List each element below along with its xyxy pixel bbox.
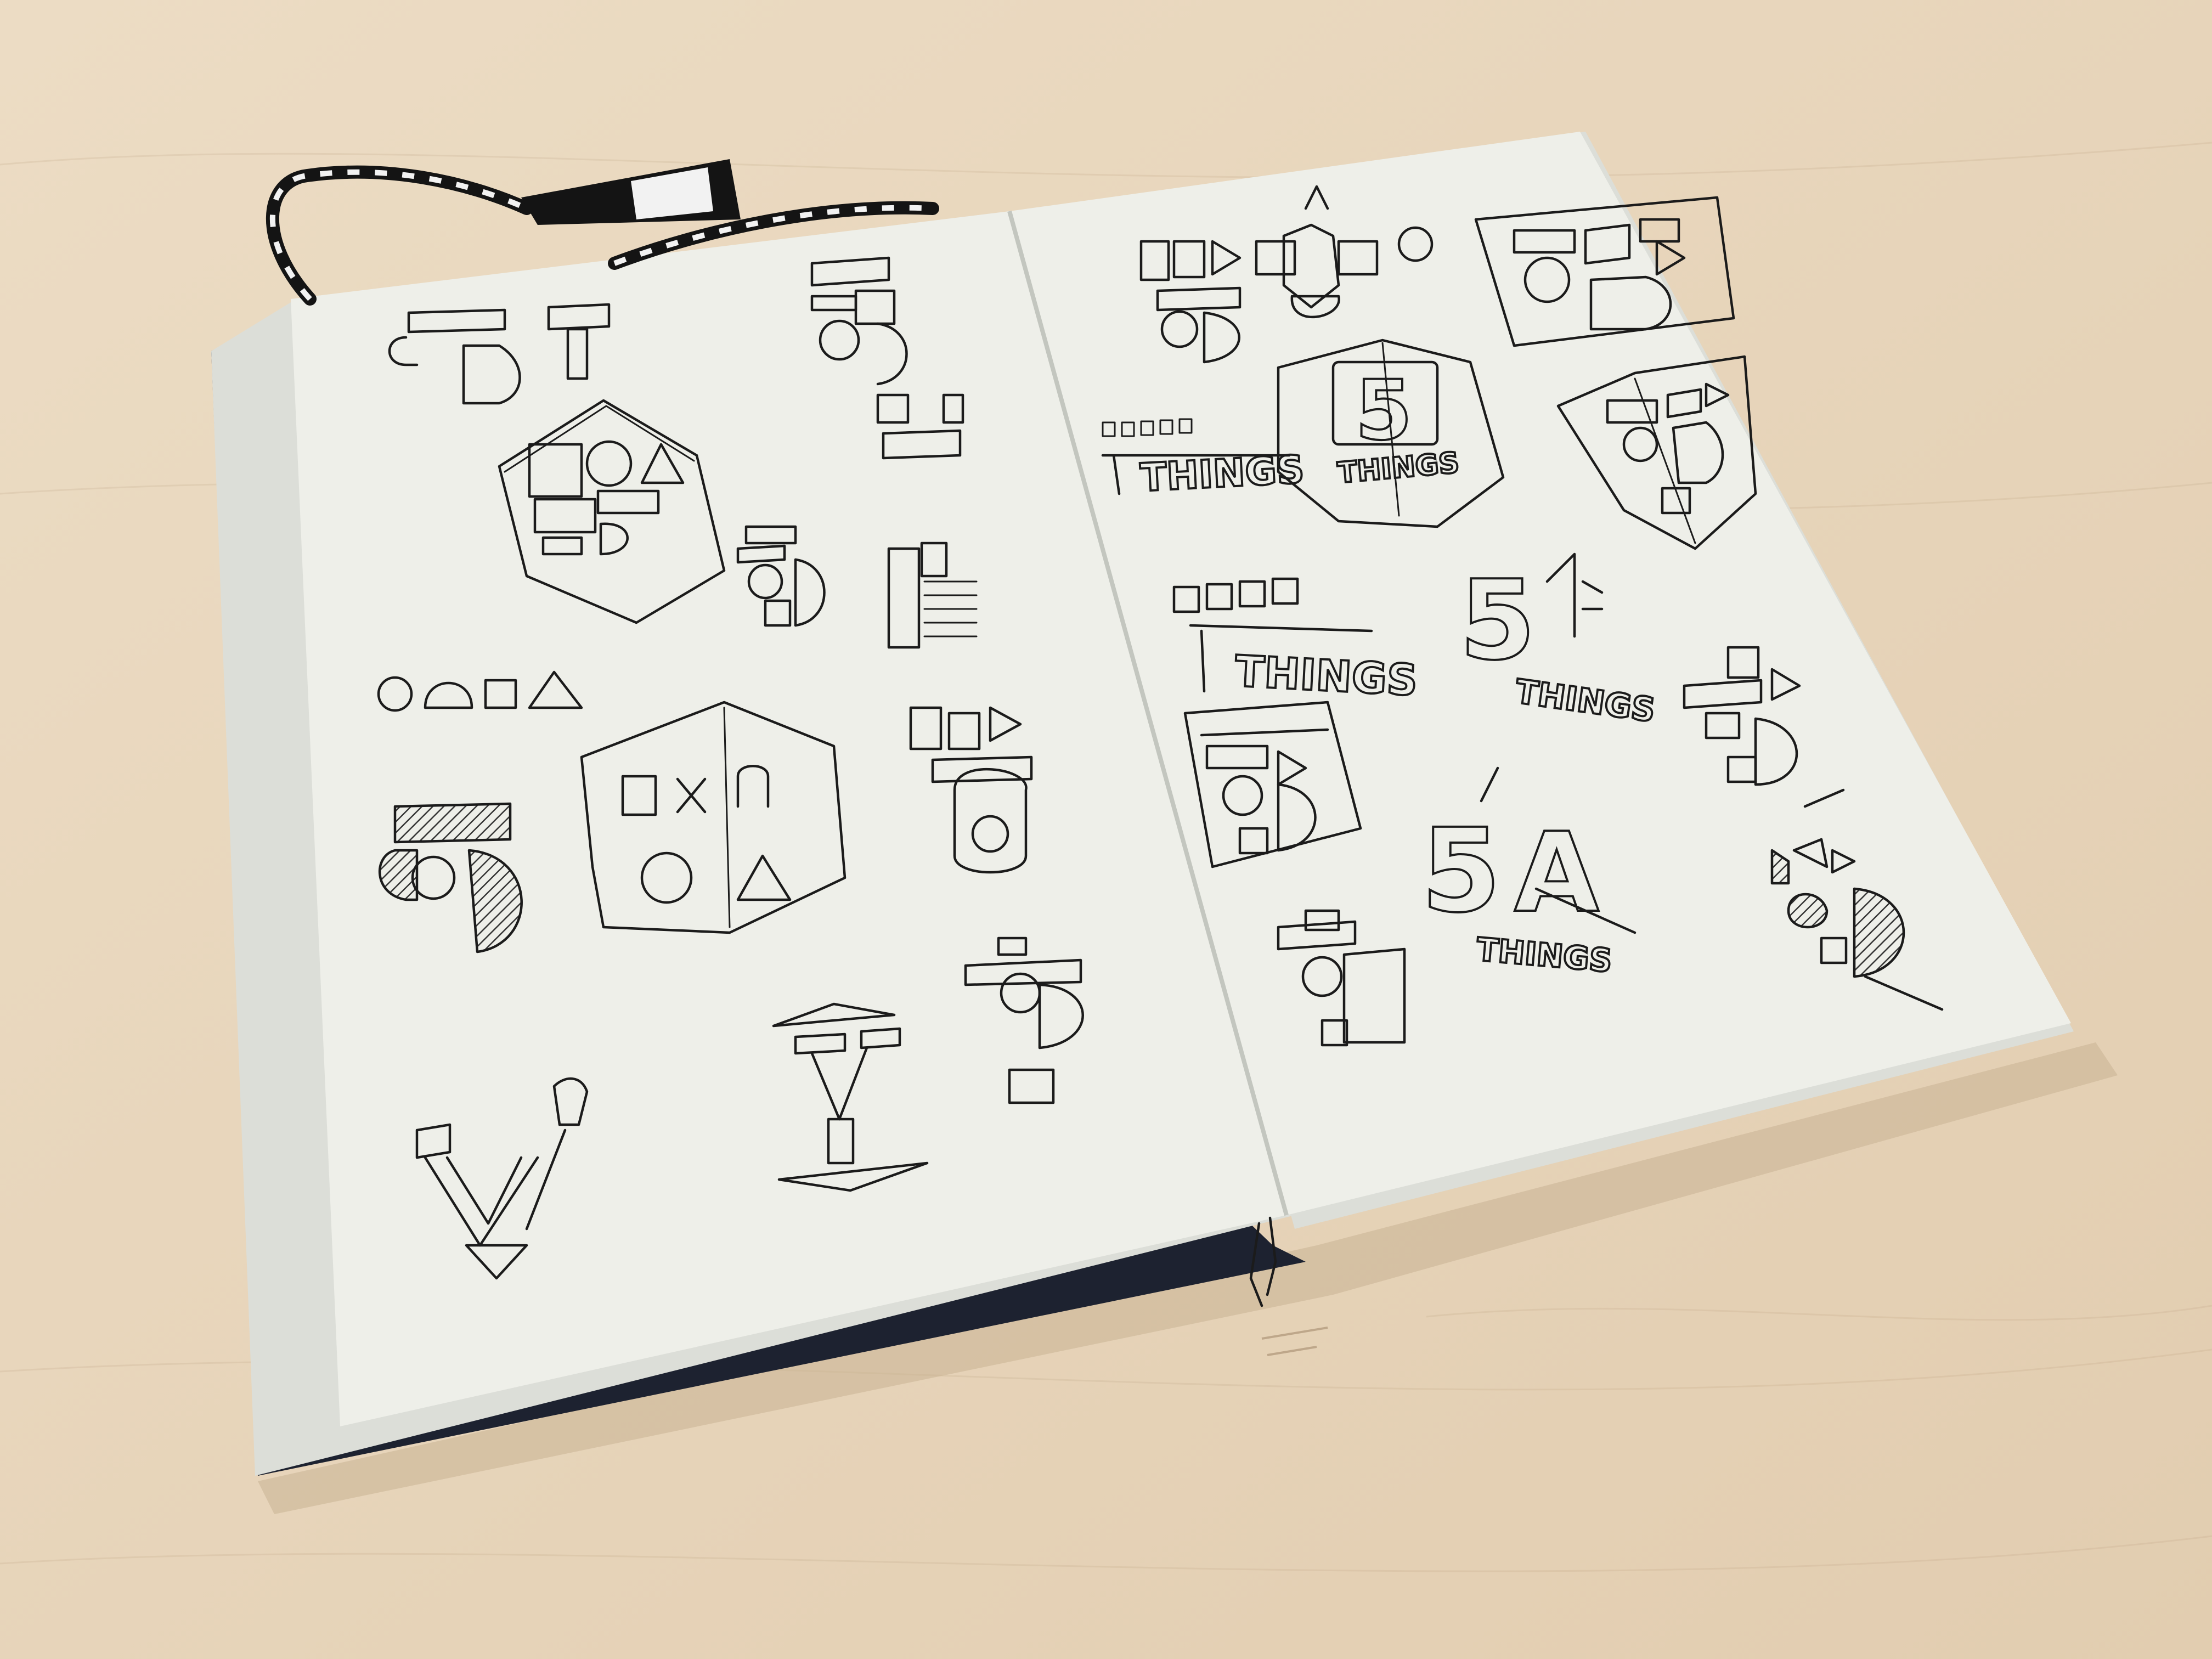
things-text-3: THINGS	[1234, 647, 1419, 706]
hex-five-numeral: 5	[1355, 363, 1412, 459]
photo-scene: V Y	[0, 0, 2212, 1659]
five-a-numeral-2: 5	[1421, 804, 1501, 938]
a-letter: A	[1514, 809, 1599, 937]
five-a-numeral-1: 5	[1459, 557, 1536, 685]
